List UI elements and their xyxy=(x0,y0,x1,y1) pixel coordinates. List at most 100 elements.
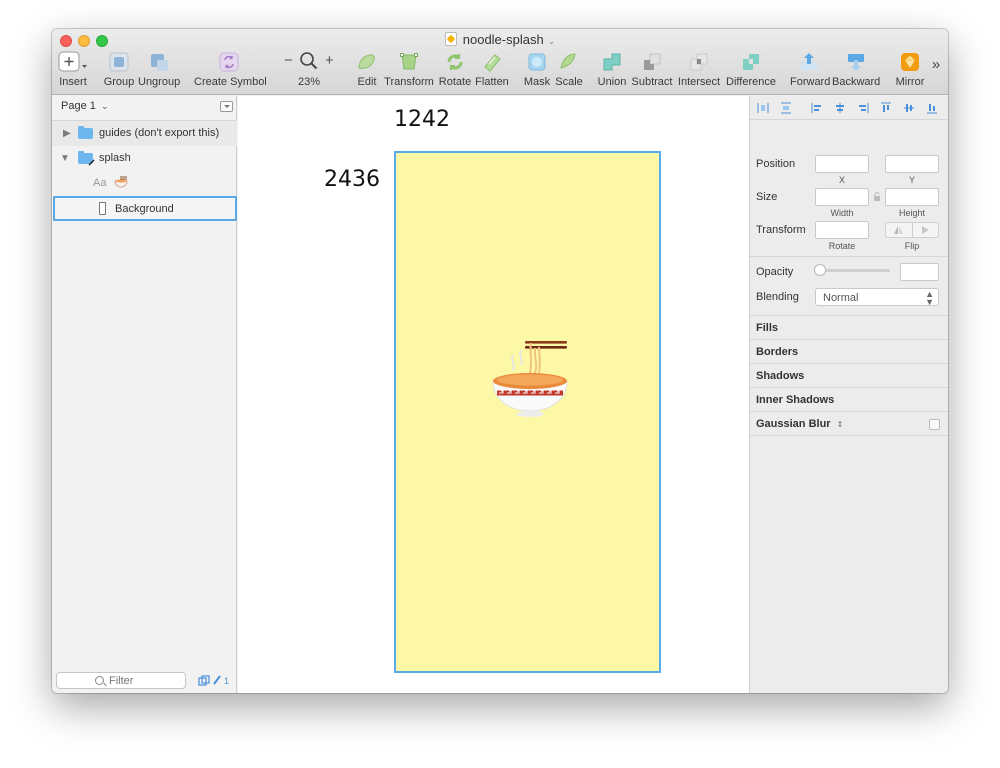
height-input[interactable] xyxy=(885,188,939,206)
sketch-window: noodle-splash ⌄ Insert Group Ungroup Cre… xyxy=(52,29,948,693)
brush-filter-icon[interactable] xyxy=(212,674,222,686)
splash-artboard[interactable] xyxy=(394,151,661,673)
group-button[interactable]: Group xyxy=(102,51,136,88)
gaussian-blur-section-header: Gaussian Blur xyxy=(756,418,831,430)
blending-select[interactable]: Normal ▲ ▼ xyxy=(815,288,939,307)
ungroup-label: Ungroup xyxy=(138,76,181,88)
inner-shadows-section-header[interactable]: Inner Shadows xyxy=(756,394,834,406)
flip-horizontal-button[interactable] xyxy=(886,223,912,237)
position-y-input[interactable] xyxy=(885,155,939,173)
document-title-text: noodle-splash xyxy=(462,32,544,47)
scale-label: Scale xyxy=(555,76,583,88)
position-label: Position xyxy=(756,158,796,170)
ungroup-button[interactable]: Ungroup xyxy=(138,51,180,88)
borders-section-header[interactable]: Borders xyxy=(756,346,798,358)
page-selector[interactable]: Page 1 ⌄ xyxy=(61,100,108,112)
ungroup-icon xyxy=(151,54,168,71)
blending-label: Blending xyxy=(756,291,799,303)
layer-row-background[interactable]: Background xyxy=(53,196,237,221)
subtract-button[interactable]: Subtract xyxy=(630,51,674,88)
divider xyxy=(750,411,948,412)
filter-input[interactable] xyxy=(109,673,199,688)
distribute-vertical-icon[interactable] xyxy=(780,102,792,114)
mask-button[interactable]: Mask xyxy=(522,51,552,88)
opacity-input[interactable] xyxy=(900,263,939,281)
width-annotation: 1242 xyxy=(394,107,450,132)
edit-button[interactable]: Edit xyxy=(352,51,382,88)
alignment-toolbar xyxy=(750,96,948,120)
symbols-filter-icon[interactable] xyxy=(198,675,210,687)
align-right-icon[interactable] xyxy=(857,102,869,114)
union-button[interactable]: Union xyxy=(596,51,628,88)
text-layer-icon: Aa xyxy=(93,177,107,189)
distribute-horizontal-icon[interactable] xyxy=(757,102,769,114)
zoom-out-button[interactable]: − xyxy=(284,52,293,69)
position-x-input[interactable] xyxy=(815,155,869,173)
fills-section-header[interactable]: Fills xyxy=(756,322,778,334)
pencil-icon xyxy=(88,159,95,166)
opacity-slider-knob[interactable] xyxy=(814,264,826,276)
divider xyxy=(750,387,948,388)
align-left-icon[interactable] xyxy=(811,102,823,114)
toggle-pages-button[interactable] xyxy=(220,101,233,112)
lock-icon[interactable] xyxy=(873,192,881,201)
difference-icon xyxy=(743,54,759,70)
union-icon xyxy=(603,53,621,71)
flatten-button[interactable]: Flatten xyxy=(474,51,510,88)
forward-button[interactable]: Forward xyxy=(790,51,831,88)
create-symbol-button[interactable]: Create Symbol xyxy=(194,51,267,88)
difference-button[interactable]: Difference xyxy=(726,51,776,88)
width-input[interactable] xyxy=(815,188,869,206)
layer-row-splash[interactable]: ▼ splash xyxy=(52,146,237,171)
opacity-label: Opacity xyxy=(756,266,794,278)
gaussian-blur-checkbox[interactable] xyxy=(929,419,940,430)
insert-button[interactable]: Insert xyxy=(56,51,90,88)
disclosure-down-icon[interactable]: ▼ xyxy=(60,153,70,164)
transform-button[interactable]: Transform xyxy=(384,51,434,88)
send-backward-icon xyxy=(848,54,864,71)
updown-chevron-icon: ⇕ xyxy=(836,420,844,429)
layer-row-guides[interactable]: ▶ guides (don't export this) xyxy=(52,121,237,146)
divider xyxy=(750,315,948,316)
chevron-down-icon: ⌄ xyxy=(100,101,109,111)
document-title[interactable]: noodle-splash ⌄ xyxy=(52,32,948,47)
difference-label: Difference xyxy=(726,76,776,88)
rotate-input[interactable] xyxy=(815,221,869,239)
intersect-button[interactable]: Intersect xyxy=(676,51,722,88)
divider xyxy=(750,363,948,364)
page-label: Page 1 xyxy=(61,100,96,112)
gaussian-blur-selector[interactable]: Gaussian Blur ⇕ xyxy=(756,418,843,430)
backward-label: Backward xyxy=(832,76,881,88)
backward-button[interactable]: Backward xyxy=(832,51,880,88)
divider xyxy=(750,256,948,257)
filter-count: 1 xyxy=(224,676,230,686)
flip-vertical-button[interactable] xyxy=(913,223,939,237)
zoom-control[interactable]: − + 23% xyxy=(282,51,336,88)
zoom-in-button[interactable]: + xyxy=(325,52,334,69)
inspector-panel: Position X Y Size Width Height Transform… xyxy=(749,96,948,693)
flip-control xyxy=(885,222,939,238)
opacity-slider-track[interactable] xyxy=(820,269,890,272)
toolbar-overflow-button[interactable]: » xyxy=(928,56,944,73)
align-top-icon[interactable] xyxy=(880,102,892,114)
layer-row-text[interactable]: Aa xyxy=(52,171,237,196)
disclosure-right-icon[interactable]: ▶ xyxy=(63,128,71,139)
size-label: Size xyxy=(756,191,778,203)
align-center-icon[interactable] xyxy=(834,102,846,114)
filter-field[interactable] xyxy=(56,672,199,689)
create-symbol-label: Create Symbol xyxy=(194,76,267,88)
y-caption: Y xyxy=(908,175,915,185)
canvas[interactable]: 1242 2436 xyxy=(238,96,749,693)
width-caption: Width xyxy=(830,208,854,218)
folder-icon xyxy=(78,126,93,139)
scale-button[interactable]: Scale xyxy=(554,51,584,88)
forward-label: Forward xyxy=(790,76,831,88)
shadows-section-header[interactable]: Shadows xyxy=(756,370,804,382)
align-bottom-icon[interactable] xyxy=(926,102,938,114)
align-middle-icon[interactable] xyxy=(903,102,915,114)
mirror-button[interactable]: Mirror xyxy=(892,51,928,88)
edit-label: Edit xyxy=(357,76,377,88)
rotate-button[interactable]: Rotate xyxy=(438,51,472,88)
layer-label: guides (don't export this) xyxy=(99,127,220,139)
chevron-down-icon: ⌄ xyxy=(547,36,556,46)
